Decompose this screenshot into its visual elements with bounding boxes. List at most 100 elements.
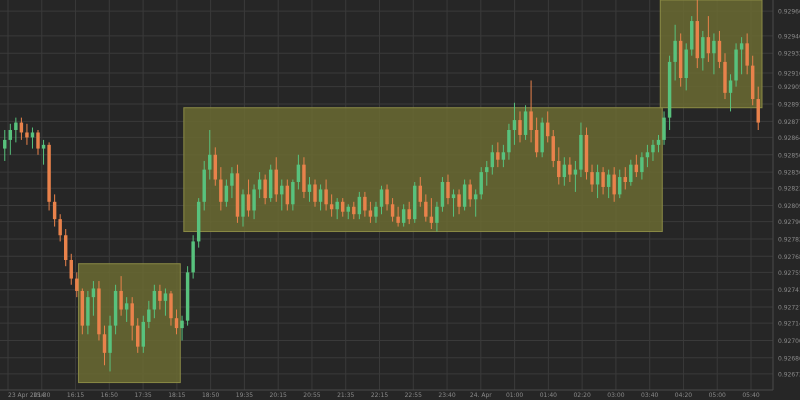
candle-body — [684, 49, 688, 78]
candle-body — [479, 172, 483, 195]
x-tick-label: 21:35 — [337, 392, 354, 399]
candle-body — [196, 201, 201, 242]
y-tick-label: 0.92864 — [778, 135, 800, 142]
x-tick-label: 01:40 — [540, 392, 557, 399]
y-tick-label: 0.92905 — [778, 84, 800, 91]
candle-body — [285, 185, 290, 205]
x-tick-label: 17:35 — [134, 392, 151, 399]
candle-body — [496, 152, 500, 160]
candle-body — [429, 216, 434, 223]
candle-body — [462, 184, 467, 207]
candle-body — [163, 293, 168, 301]
candle-body — [457, 194, 461, 207]
y-tick-label: 0.92768 — [778, 254, 800, 261]
candle-body — [86, 297, 90, 326]
y-tick-label: 0.92932 — [778, 51, 800, 58]
candle — [584, 127, 589, 180]
candle-body — [36, 132, 40, 149]
y-tick-label: 0.92836 — [778, 170, 800, 177]
candle-body — [368, 210, 373, 217]
candle-body — [662, 117, 666, 140]
candle-body — [468, 184, 472, 200]
candle-body — [246, 194, 251, 211]
candle-body — [25, 132, 29, 138]
candle-body — [41, 144, 46, 149]
candle-body — [374, 206, 378, 217]
candle-body — [551, 136, 555, 161]
candle-body — [75, 278, 79, 291]
candle-body — [712, 40, 716, 54]
candle-body — [352, 206, 356, 215]
y-tick-label: 0.92850 — [778, 152, 800, 159]
candle-body — [241, 194, 245, 217]
candle-body — [667, 61, 672, 118]
candle-body — [14, 122, 18, 130]
candle — [235, 164, 240, 223]
candle-body — [180, 320, 184, 329]
candle-body — [47, 144, 51, 202]
candle-body — [69, 260, 73, 279]
candle-body — [108, 325, 112, 353]
candle-body — [341, 201, 345, 212]
candle-body — [651, 144, 655, 153]
candle-body — [152, 290, 157, 310]
candle-body — [158, 290, 162, 301]
candle-body — [52, 201, 57, 220]
candle-body — [579, 134, 583, 170]
x-tick-label: 16:50 — [101, 392, 118, 399]
candle-body — [385, 189, 389, 205]
candle-body — [678, 40, 683, 78]
candle-body — [501, 152, 506, 160]
candle-body — [97, 288, 101, 335]
candle-body — [739, 43, 744, 50]
x-tick-label: 22:55 — [405, 392, 422, 399]
candle-body — [490, 152, 495, 168]
candle-body — [396, 216, 400, 223]
candle-body — [529, 111, 533, 130]
candle-body — [335, 201, 339, 210]
candle-body — [401, 209, 406, 223]
candle — [268, 164, 273, 202]
y-tick-label: 0.92727 — [778, 305, 800, 312]
candle-body — [606, 174, 611, 187]
highlight-zone — [183, 107, 663, 233]
candle-body — [562, 164, 567, 178]
candle-body — [147, 309, 151, 322]
x-tick-label: 01:00 — [506, 392, 523, 399]
candle-body — [435, 206, 439, 223]
x-tick-label: 23:40 — [438, 392, 455, 399]
x-tick-label: 24. Apr — [470, 392, 492, 399]
candle-body — [534, 130, 539, 153]
candle — [196, 198, 201, 248]
candle-body — [324, 189, 328, 205]
candle-body — [695, 21, 700, 59]
candle-body — [213, 154, 218, 180]
y-tick-label: 0.92796 — [778, 219, 800, 226]
candle-body — [291, 182, 295, 205]
candle-body — [701, 37, 705, 59]
y-tick-label: 0.92741 — [778, 287, 800, 294]
candle-body — [191, 241, 195, 273]
candle-body — [263, 179, 267, 199]
candle-body — [313, 184, 317, 202]
candle — [47, 142, 51, 211]
x-tick-label: 22:15 — [371, 392, 388, 399]
candle-body — [8, 130, 13, 140]
candle-body — [601, 172, 605, 187]
candle-body — [230, 173, 234, 186]
candle-body — [545, 122, 550, 137]
candle-body — [136, 325, 140, 347]
candle-body — [329, 204, 334, 210]
candle-body — [274, 169, 278, 195]
candle-body — [418, 185, 422, 202]
x-tick-label: 05:00 — [709, 392, 726, 399]
candle-body — [302, 164, 306, 192]
x-tick-label: 04:20 — [675, 392, 692, 399]
candle-body — [424, 201, 428, 217]
candle-body — [618, 177, 622, 195]
candle-body — [485, 167, 489, 173]
candle-body — [268, 169, 273, 199]
candle-body — [750, 65, 755, 100]
y-tick-label: 0.92673 — [778, 371, 800, 378]
candle-body — [379, 189, 384, 207]
